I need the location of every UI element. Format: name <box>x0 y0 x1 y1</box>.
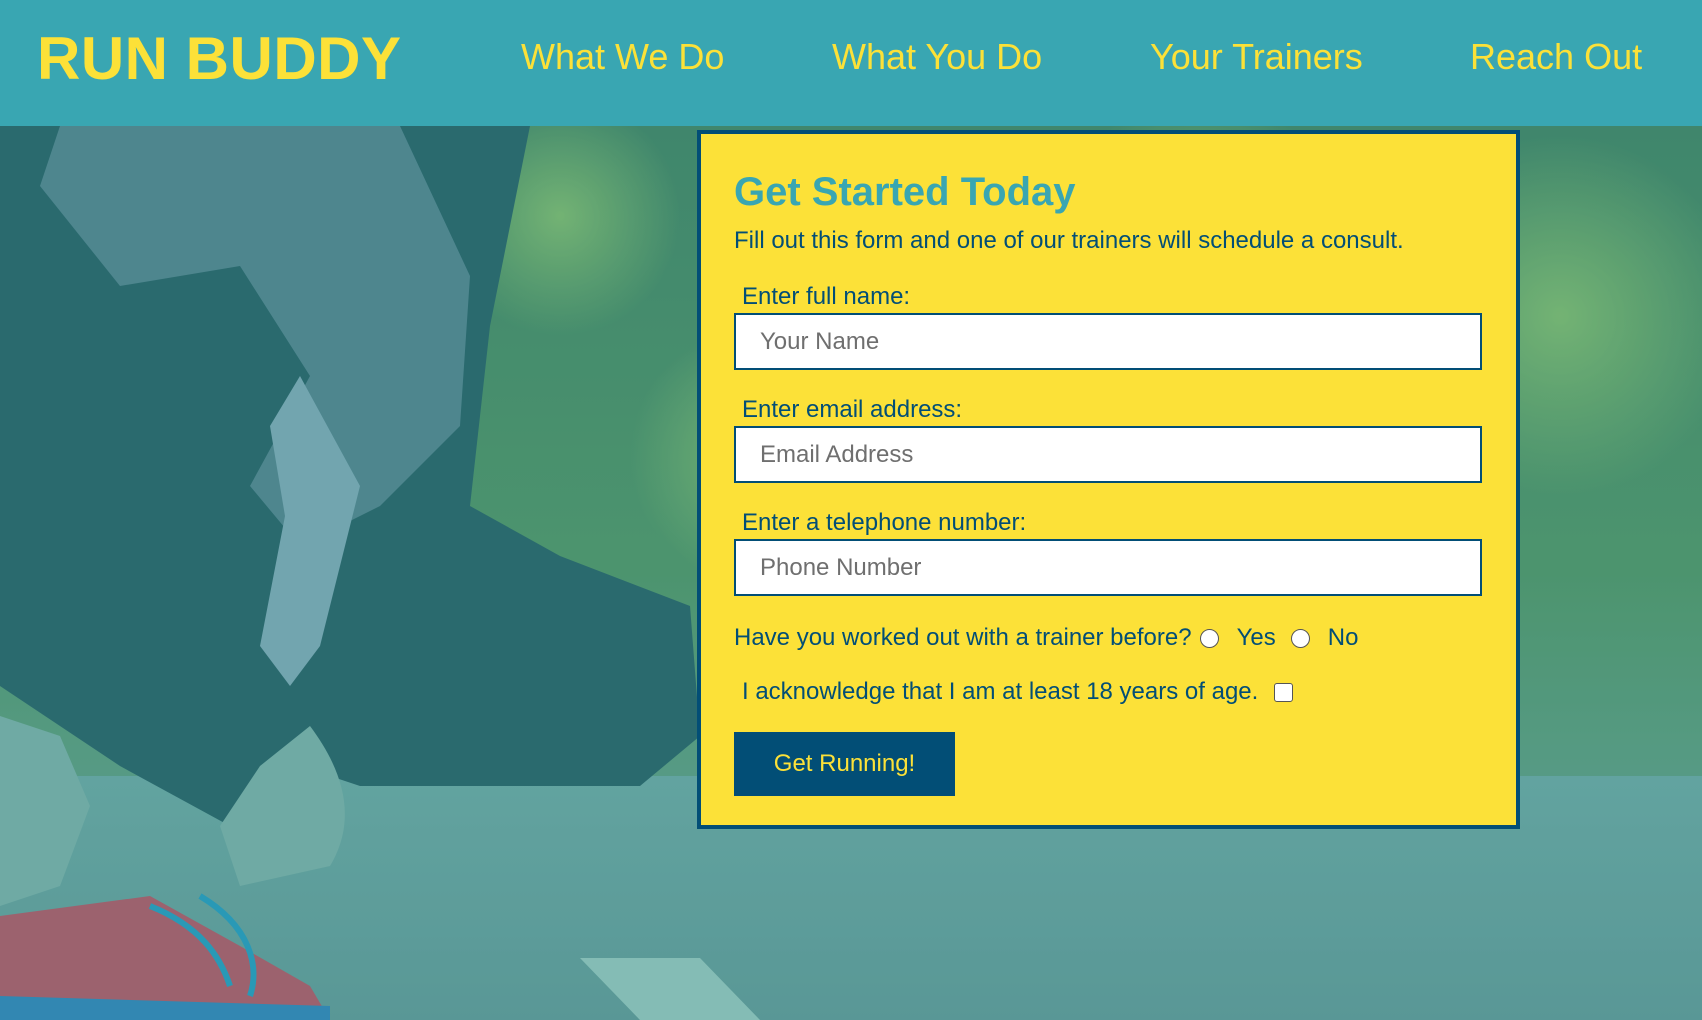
form-title: Get Started Today <box>734 170 1076 214</box>
nav-what-you-do[interactable]: What You Do <box>832 36 1042 78</box>
trainer-question: Have you worked out with a trainer befor… <box>734 624 1192 651</box>
trainer-question-row: Have you worked out with a trainer befor… <box>734 622 1483 654</box>
radio-yes[interactable] <box>1199 628 1219 648</box>
age-ack-row: I acknowledge that I am at least 18 year… <box>742 676 1483 708</box>
phone-label: Enter a telephone number: <box>742 509 1027 536</box>
name-input[interactable] <box>734 313 1482 370</box>
age-ack-label: I acknowledge that I am at least 18 year… <box>742 678 1259 705</box>
nav-reach-out[interactable]: Reach Out <box>1470 36 1642 78</box>
age-ack-checkbox[interactable] <box>1274 682 1294 702</box>
submit-button[interactable]: Get Running! <box>734 732 955 796</box>
radio-no-label[interactable]: No <box>1328 624 1359 652</box>
main-nav: What We Do What You Do Your Trainers Rea… <box>0 36 1702 80</box>
radio-yes-label[interactable]: Yes <box>1237 624 1276 652</box>
name-label: Enter full name: <box>742 283 911 310</box>
radio-no[interactable] <box>1290 628 1310 648</box>
site-header: RUN BUDDY What We Do What You Do Your Tr… <box>0 0 1702 126</box>
nav-what-we-do[interactable]: What We Do <box>521 36 724 78</box>
email-input[interactable] <box>734 426 1482 483</box>
email-label: Enter email address: <box>742 396 963 423</box>
form-subtitle: Fill out this form and one of our traine… <box>734 227 1404 254</box>
nav-your-trainers[interactable]: Your Trainers <box>1150 36 1363 78</box>
phone-input[interactable] <box>734 539 1482 596</box>
signup-form: Get Started Today Fill out this form and… <box>697 130 1520 829</box>
